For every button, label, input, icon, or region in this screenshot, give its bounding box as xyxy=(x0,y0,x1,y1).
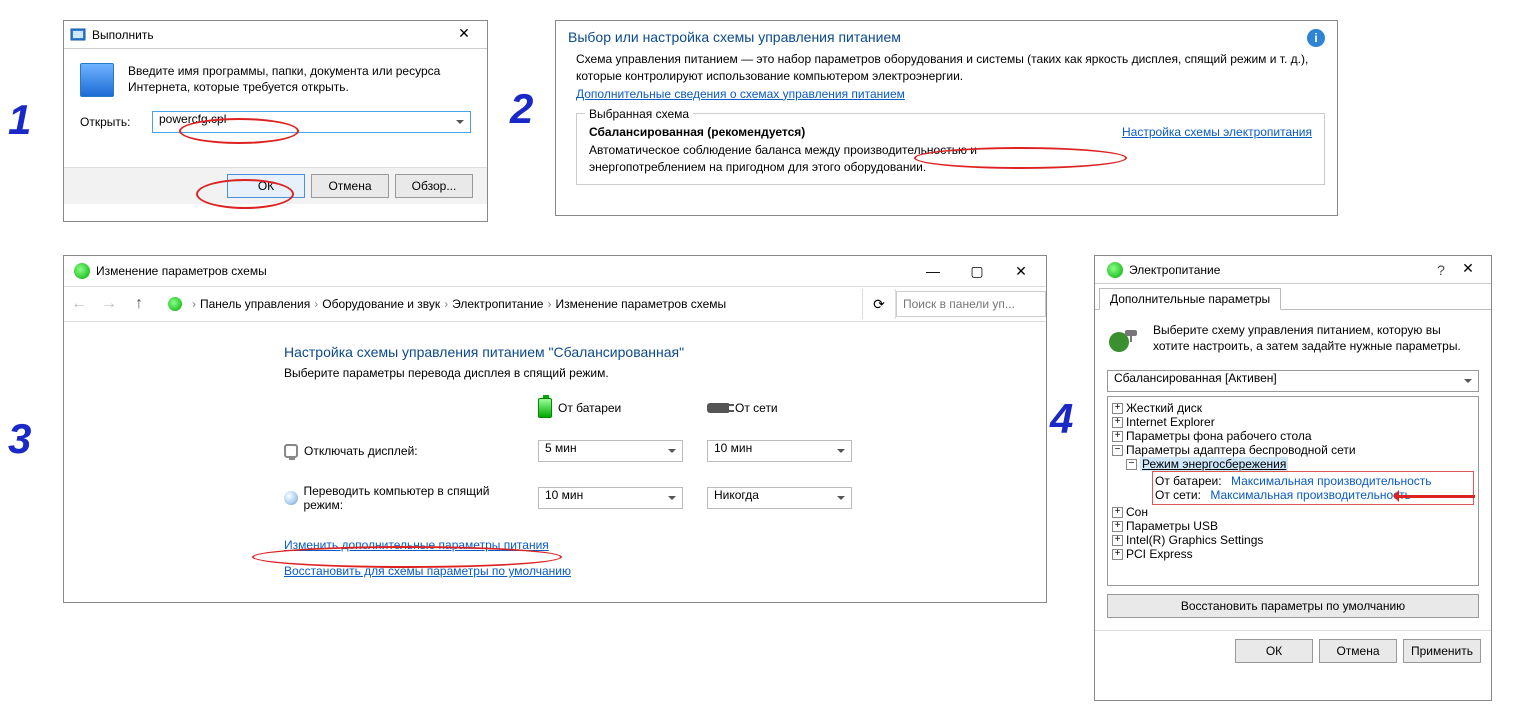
expand-icon[interactable]: + xyxy=(1112,403,1123,414)
run-dialog-icon xyxy=(70,27,86,43)
display-battery-select[interactable]: 5 мин xyxy=(538,440,683,462)
tree-ac-label: От сети: xyxy=(1155,488,1201,502)
run-hint-text: Введите имя программы, папки, документа … xyxy=(128,63,471,97)
expand-icon[interactable]: + xyxy=(1112,535,1123,546)
advanced-settings-link[interactable]: Изменить дополнительные параметры питани… xyxy=(284,538,1036,552)
tree-hdd[interactable]: Жесткий диск xyxy=(1126,401,1202,415)
col-battery-header: От батареи xyxy=(538,398,693,418)
expand-icon[interactable]: + xyxy=(1112,417,1123,428)
info-icon[interactable]: i xyxy=(1307,29,1325,47)
expand-icon[interactable]: + xyxy=(1112,507,1123,518)
cancel-button[interactable]: Отмена xyxy=(1319,639,1397,663)
advanced-title: Электропитание xyxy=(1129,263,1431,277)
run-titlebar: Выполнить ✕ xyxy=(64,21,487,49)
plug-icon xyxy=(707,403,729,413)
help-button[interactable]: ? xyxy=(1431,262,1451,278)
restore-defaults-button[interactable]: Восстановить параметры по умолчанию xyxy=(1107,594,1479,618)
breadcrumb-item-3[interactable]: Электропитание xyxy=(452,297,543,311)
close-icon[interactable]: ✕ xyxy=(1451,260,1485,280)
restore-defaults-link[interactable]: Восстановить для схемы параметры по умол… xyxy=(284,564,1036,578)
open-label: Открыть: xyxy=(80,115,140,129)
cancel-button[interactable]: Отмена xyxy=(311,174,389,198)
tree-powersave-mode[interactable]: Режим энергосбережения xyxy=(1140,457,1288,471)
configure-plan-link[interactable]: Настройка схемы электропитания xyxy=(1122,124,1312,141)
plan-select[interactable]: Сбалансированная [Активен] xyxy=(1107,370,1479,392)
expand-icon[interactable]: + xyxy=(1112,549,1123,560)
run-dialog: Выполнить ✕ Введите имя программы, папки… xyxy=(63,20,488,222)
ok-button[interactable]: ОК xyxy=(1235,639,1313,663)
breadcrumb-item-4[interactable]: Изменение параметров схемы xyxy=(555,297,726,311)
tree-sleep[interactable]: Сон xyxy=(1126,505,1148,519)
expand-icon[interactable]: + xyxy=(1112,521,1123,532)
display-icon xyxy=(284,444,298,458)
row-sleep-label: Переводить компьютер в спящий режим: xyxy=(284,484,524,512)
breadcrumb-item-2[interactable]: Оборудование и звук xyxy=(322,297,440,311)
settings-tree[interactable]: +Жесткий диск +Internet Explorer +Параме… xyxy=(1107,396,1479,586)
collapse-icon[interactable]: − xyxy=(1112,445,1123,456)
step-number-4: 4 xyxy=(1050,395,1073,443)
run-command-input[interactable]: powercfg.cpl xyxy=(152,111,471,133)
tree-wifi[interactable]: Параметры адаптера беспроводной сети xyxy=(1126,443,1356,457)
power-icon xyxy=(1107,262,1123,278)
tree-battery-value[interactable]: Максимальная производительность xyxy=(1231,474,1432,488)
tab-advanced[interactable]: Дополнительные параметры xyxy=(1099,288,1281,310)
page-title: Настройка схемы управления питанием "Сба… xyxy=(284,344,1036,360)
page-subtitle: Выберите параметры перевода дисплея в сп… xyxy=(284,366,1036,380)
close-icon[interactable]: ✕ xyxy=(447,25,481,45)
browse-button[interactable]: Обзор... xyxy=(395,174,473,198)
step-number-2: 2 xyxy=(510,85,533,133)
power-options-desc: Схема управления питанием — это набор па… xyxy=(576,51,1325,86)
breadcrumb-icon xyxy=(168,297,182,311)
sleep-icon xyxy=(284,491,298,505)
collapse-icon[interactable]: − xyxy=(1126,459,1137,470)
close-button[interactable]: ✕ xyxy=(1000,259,1042,283)
tree-ie[interactable]: Internet Explorer xyxy=(1126,415,1215,429)
step-number-3: 3 xyxy=(8,415,31,463)
power-plan-big-icon xyxy=(1107,322,1143,358)
selected-plan-legend: Выбранная схема xyxy=(585,106,693,123)
tree-usb[interactable]: Параметры USB xyxy=(1126,519,1218,533)
selected-plan-name: Сбалансированная (рекомендуется) xyxy=(589,124,1092,141)
step-number-1: 1 xyxy=(8,96,31,144)
breadcrumb: › Панель управления › Оборудование и зву… xyxy=(154,297,862,311)
tree-pci[interactable]: PCI Express xyxy=(1126,547,1193,561)
tree-battery-label: От батареи: xyxy=(1155,474,1222,488)
breadcrumb-item-1[interactable]: Панель управления xyxy=(200,297,310,311)
nav-back-button[interactable]: ← xyxy=(64,289,94,319)
tree-ac-value[interactable]: Максимальная производительность xyxy=(1210,488,1411,502)
nav-forward-button[interactable]: → xyxy=(94,289,124,319)
apply-button[interactable]: Применить xyxy=(1403,639,1481,663)
maximize-button[interactable]: ▢ xyxy=(956,259,998,283)
ok-button[interactable]: ОК xyxy=(227,174,305,198)
power-options-panel: Выбор или настройка схемы управления пит… xyxy=(555,20,1338,216)
edit-plan-title: Изменение параметров схемы xyxy=(96,264,912,278)
selected-plan-desc: Автоматическое соблюдение баланса между … xyxy=(589,142,1092,177)
sleep-battery-select[interactable]: 10 мин xyxy=(538,487,683,509)
power-options-title: Выбор или настройка схемы управления пит… xyxy=(568,29,901,45)
run-dialog-title: Выполнить xyxy=(92,28,447,42)
display-ac-select[interactable]: 10 мин xyxy=(707,440,852,462)
tree-gfx[interactable]: Intel(R) Graphics Settings xyxy=(1126,533,1263,547)
run-big-icon xyxy=(80,63,114,97)
power-plan-icon xyxy=(74,263,90,279)
tree-wallpaper[interactable]: Параметры фона рабочего стола xyxy=(1126,429,1312,443)
battery-icon xyxy=(538,398,552,418)
advanced-intro: Выберите схему управления питанием, кото… xyxy=(1153,322,1479,358)
sleep-ac-select[interactable]: Никогда xyxy=(707,487,852,509)
search-input[interactable] xyxy=(896,291,1046,317)
nav-up-button[interactable]: ↑ xyxy=(124,289,154,319)
minimize-button[interactable]: — xyxy=(912,259,954,283)
row-display-label: Отключать дисплей: xyxy=(284,444,524,458)
advanced-power-dialog: Электропитание ? ✕ Дополнительные параме… xyxy=(1094,255,1492,701)
more-info-link[interactable]: Дополнительные сведения о схемах управле… xyxy=(576,87,905,101)
refresh-button[interactable]: ⟳ xyxy=(862,289,896,319)
col-ac-header: От сети xyxy=(707,401,862,415)
expand-icon[interactable]: + xyxy=(1112,431,1123,442)
edit-plan-window: Изменение параметров схемы — ▢ ✕ ← → ↑ ›… xyxy=(63,255,1047,603)
